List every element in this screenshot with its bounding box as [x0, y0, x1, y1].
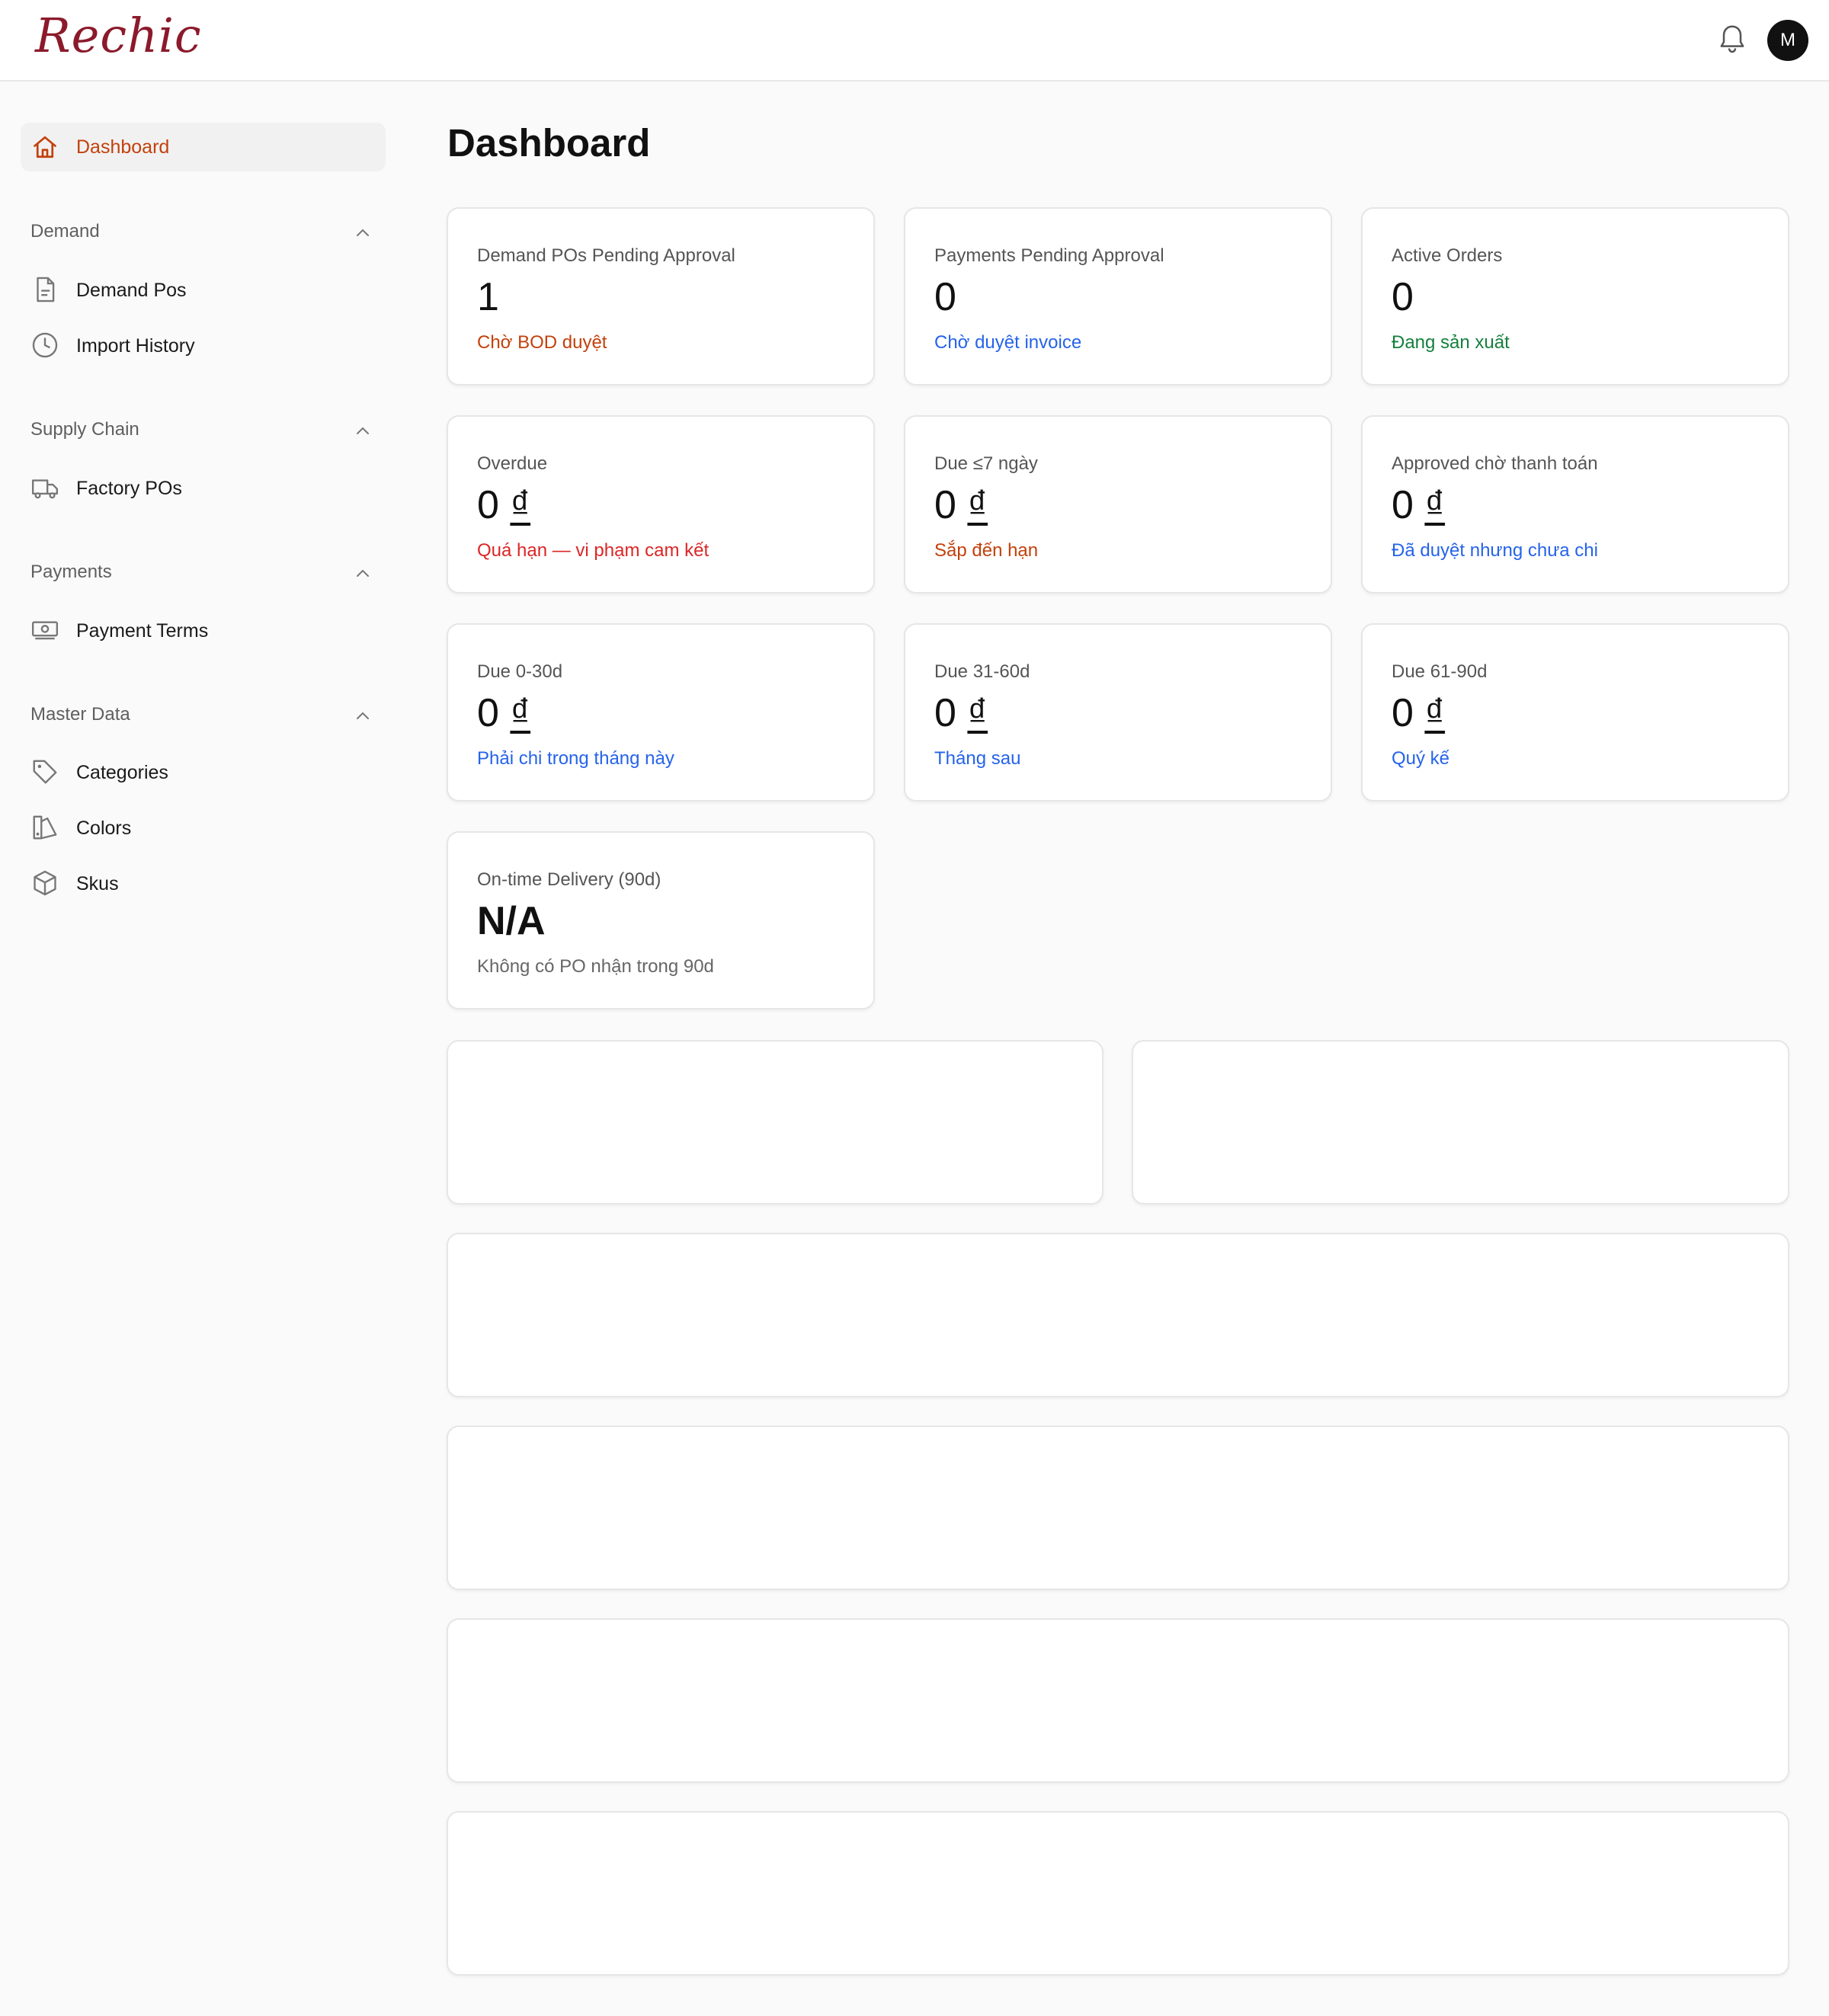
stat-card-active-orders[interactable]: Active Orders 0 Đang sản xuất [1361, 207, 1789, 386]
currency-symbol: ₫ [967, 483, 988, 527]
stat-value: 1 [477, 275, 499, 319]
stat-amount: 0 [477, 691, 499, 735]
notification-bell-icon[interactable] [1718, 23, 1747, 56]
stat-label: Approved chờ thanh toán [1392, 453, 1598, 474]
chevron-up-icon[interactable] [355, 425, 370, 436]
stat-card-due-7-days[interactable]: Due ≤7 ngày 0 ₫ Sắp đến hạn [904, 415, 1332, 594]
palette-icon [33, 815, 57, 840]
user-avatar[interactable]: M [1767, 20, 1808, 61]
stat-value: 0 [1392, 275, 1414, 319]
sidebar-item-label: Categories [76, 762, 168, 783]
panel-placeholder-right [1132, 1040, 1789, 1205]
stat-label: Due ≤7 ngày [934, 453, 1038, 474]
stat-label: Demand POs Pending Approval [477, 245, 735, 266]
truck-icon [31, 479, 59, 499]
stat-amount: 0 [1392, 691, 1414, 735]
page-title: Dashboard [447, 121, 651, 165]
stat-card-payments-pending[interactable]: Payments Pending Approval 0 Chờ duyệt in… [904, 207, 1332, 386]
stat-subtext: Phải chi trong tháng này [477, 748, 674, 769]
panel-placeholder-left [447, 1040, 1103, 1205]
sidebar-scroll-fade [0, 920, 396, 942]
stat-card-due-61-90d[interactable]: Due 61-90d 0 ₫ Quý kế [1361, 623, 1789, 802]
stat-subtext: Đã duyệt nhưng chưa chi [1392, 540, 1598, 561]
clock-icon [32, 332, 58, 358]
tag-icon [33, 760, 57, 784]
stat-label: Due 61-90d [1392, 661, 1488, 682]
section-title-supply-chain[interactable]: Supply Chain [30, 419, 139, 440]
panel-placeholder [447, 1233, 1789, 1397]
stat-value: 0 [934, 275, 956, 319]
stat-card-demand-pos-pending[interactable]: Demand POs Pending Approval 1 Chờ BOD du… [447, 207, 875, 386]
stat-label: Payments Pending Approval [934, 245, 1164, 266]
stat-card-overdue[interactable]: Overdue 0 ₫ Quá hạn — vi phạm cam kết [447, 415, 875, 594]
sidebar-item-label: Demand Pos [76, 280, 187, 301]
sidebar-item-label: Dashboard [76, 136, 170, 158]
sidebar-item-label: Payment Terms [76, 620, 209, 642]
currency-symbol: ₫ [967, 691, 988, 735]
stat-value: 0 ₫ [934, 690, 988, 736]
currency-symbol: ₫ [1424, 691, 1446, 735]
stat-label: Active Orders [1392, 245, 1503, 266]
stat-card-approved-awaiting-payment[interactable]: Approved chờ thanh toán 0 ₫ Đã duyệt như… [1361, 415, 1789, 594]
stat-value: 0 ₫ [477, 482, 530, 528]
section-title-master-data[interactable]: Master Data [30, 704, 130, 725]
stat-value: N/A [477, 899, 546, 943]
top-bar: Rechic M [0, 0, 1829, 82]
stat-value: 0 ₫ [934, 482, 988, 528]
sidebar-item-label: Colors [76, 818, 132, 839]
currency-symbol: ₫ [1424, 483, 1446, 527]
sidebar-item-label: Skus [76, 873, 119, 894]
banknote-icon [31, 621, 59, 640]
stat-label: Due 0-30d [477, 661, 563, 682]
section-title-payments[interactable]: Payments [30, 562, 112, 583]
sidebar-item-payment-terms[interactable]: Payment Terms [30, 611, 381, 649]
stat-subtext: Chờ duyệt invoice [934, 332, 1082, 353]
brand-logo[interactable]: Rechic [35, 8, 202, 63]
chevron-up-icon[interactable] [355, 568, 370, 578]
document-icon [37, 277, 55, 302]
stat-card-on-time-delivery[interactable]: On-time Delivery (90d) N/A Không có PO n… [447, 831, 875, 1010]
stat-subtext: Quá hạn — vi phạm cam kết [477, 540, 709, 561]
sidebar-item-categories[interactable]: Categories [30, 753, 381, 791]
stat-value: 0 ₫ [1392, 482, 1445, 528]
section-title-demand[interactable]: Demand [30, 221, 100, 242]
sidebar-item-factory-pos[interactable]: Factory POs [30, 469, 381, 507]
stat-subtext: Sắp đến hạn [934, 540, 1039, 561]
panel-placeholder [447, 1811, 1789, 1976]
stat-label: On-time Delivery (90d) [477, 869, 661, 890]
sidebar-item-label: Import History [76, 335, 195, 357]
panel-placeholder [447, 1426, 1789, 1590]
stat-label: Overdue [477, 453, 548, 474]
home-icon [34, 136, 56, 158]
sidebar-item-colors[interactable]: Colors [30, 808, 381, 846]
stat-subtext: Không có PO nhận trong 90d [477, 956, 714, 977]
stat-value: 0 ₫ [477, 690, 530, 736]
chevron-up-icon[interactable] [355, 710, 370, 721]
stat-amount: 0 [477, 483, 499, 527]
stat-amount: 0 [1392, 483, 1414, 527]
box-icon [34, 870, 56, 896]
stat-amount: 0 [934, 691, 956, 735]
sidebar-item-skus[interactable]: Skus [30, 864, 381, 902]
sidebar-item-label: Factory POs [76, 478, 182, 499]
sidebar-item-demand-pos[interactable]: Demand Pos [30, 270, 381, 309]
currency-symbol: ₫ [510, 483, 531, 527]
stat-subtext: Đang sản xuất [1392, 332, 1510, 353]
panel-placeholder [447, 1618, 1789, 1783]
stat-card-due-0-30d[interactable]: Due 0-30d 0 ₫ Phải chi trong tháng này [447, 623, 875, 802]
stat-amount: 0 [934, 483, 956, 527]
stat-subtext: Chờ BOD duyệt [477, 332, 607, 353]
chevron-up-icon[interactable] [355, 227, 370, 238]
sidebar-item-import-history[interactable]: Import History [30, 326, 381, 364]
stat-subtext: Quý kế [1392, 748, 1450, 769]
currency-symbol: ₫ [510, 691, 531, 735]
stat-value: 0 ₫ [1392, 690, 1445, 736]
stat-card-due-31-60d[interactable]: Due 31-60d 0 ₫ Tháng sau [904, 623, 1332, 802]
sidebar-item-dashboard[interactable]: Dashboard [21, 123, 386, 171]
stat-subtext: Tháng sau [934, 748, 1021, 769]
stat-label: Due 31-60d [934, 661, 1030, 682]
sidebar: Dashboard Demand Demand Pos Import Histo… [0, 82, 396, 942]
